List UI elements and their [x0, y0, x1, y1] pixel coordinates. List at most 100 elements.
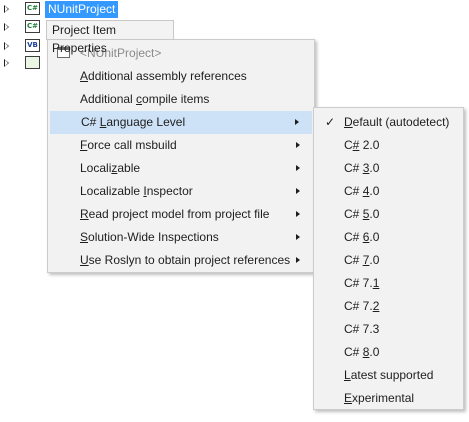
label-text: ompile items — [142, 92, 210, 106]
menu-item-label: Use Roslyn to obtain project references — [80, 249, 290, 272]
language-level-label: C# 5.0 — [344, 203, 379, 226]
label-text: C# 7.3 — [344, 322, 380, 336]
language-level-option[interactable]: Latest supported — [316, 364, 461, 387]
language-level-label: C# 7.2 — [344, 295, 379, 318]
expand-arrow-icon[interactable] — [4, 59, 9, 67]
menu-item[interactable]: Force call msbuild — [50, 134, 312, 157]
language-level-label: C# 7.0 — [344, 249, 379, 272]
label-text: 2.0 — [359, 138, 380, 152]
language-level-label: C# 6.0 — [344, 226, 379, 249]
label-text: dditional assembly references — [88, 69, 247, 83]
submenu-arrow-icon — [296, 211, 300, 217]
label-text: C# — [344, 345, 363, 359]
label-mnemonic: 1 — [372, 276, 380, 290]
menu-item-label: Read project model from project file — [80, 203, 269, 226]
label-text: C# — [344, 253, 363, 267]
label-text: efault (autodetect) — [352, 115, 450, 129]
language-level-option[interactable]: C# 4.0 — [316, 180, 461, 203]
language-level-option[interactable]: Experimental — [316, 387, 461, 410]
label-text: .0 — [369, 184, 380, 198]
label-text: ead project model from project file — [88, 207, 270, 221]
tree-row[interactable]: C# NUnitProject — [0, 1, 200, 18]
label-text: Localizable — [80, 184, 144, 198]
language-level-option[interactable]: C# 7.1 — [316, 272, 461, 295]
label-text: atest supported — [350, 368, 434, 382]
menu-header-label: Project Item Properties — [46, 20, 174, 55]
label-text: xperimental — [352, 391, 415, 405]
label-mnemonic: E — [344, 391, 353, 405]
label-text: Locali — [80, 161, 112, 175]
expand-arrow-icon[interactable] — [4, 42, 9, 50]
language-level-label: Latest supported — [344, 364, 433, 387]
menu-item-label: Localizable — [80, 157, 140, 180]
menu-item[interactable]: C# Language Level — [50, 111, 312, 134]
submenu-arrow-icon — [295, 119, 299, 125]
label-text: nspector — [146, 184, 193, 198]
label-text: .0 — [369, 345, 380, 359]
menu-item[interactable]: Localizable Inspector — [50, 180, 312, 203]
label-text: C# — [81, 115, 100, 129]
expand-arrow-icon[interactable] — [4, 23, 9, 31]
label-text: C — [344, 138, 353, 152]
menu-item[interactable]: Localizable — [50, 157, 312, 180]
language-level-option[interactable]: C# 2.0 — [316, 134, 461, 157]
language-level-option[interactable]: C# 8.0 — [316, 341, 461, 364]
label-text: se Roslyn to obtain project references — [88, 253, 291, 267]
csharp-project-icon: C# — [25, 2, 40, 15]
label-mnemonic: A — [80, 69, 89, 83]
language-level-option[interactable]: C# 5.0 — [316, 203, 461, 226]
label-mnemonic: L — [344, 368, 351, 382]
language-level-label: C# 3.0 — [344, 157, 379, 180]
language-level-label: C# 7.1 — [344, 272, 379, 295]
label-text: C# — [344, 161, 363, 175]
language-level-label: C# 2.0 — [344, 134, 379, 157]
label-text: olution-Wide Inspections — [88, 230, 219, 244]
language-level-label: Default (autodetect) — [344, 111, 449, 134]
language-level-option[interactable]: C# 7.0 — [316, 249, 461, 272]
submenu-arrow-icon — [296, 165, 300, 171]
language-level-option[interactable]: C# 3.0 — [316, 157, 461, 180]
menu-item[interactable]: Use Roslyn to obtain project references — [50, 249, 312, 272]
language-level-option[interactable]: C# 7.2 — [316, 295, 461, 318]
label-text: C# 7. — [344, 299, 373, 313]
label-mnemonic: D — [344, 115, 353, 129]
test-project-icon — [25, 56, 40, 69]
submenu-arrow-icon — [296, 234, 300, 240]
menu-item[interactable]: Read project model from project file — [50, 203, 312, 226]
menu-item-label: Solution-Wide Inspections — [80, 226, 219, 249]
label-text: .0 — [369, 161, 380, 175]
menu-item-label: Localizable Inspector — [80, 180, 193, 203]
language-level-option[interactable]: C# 6.0 — [316, 226, 461, 249]
menu-item-label: Force call msbuild — [80, 134, 177, 157]
label-mnemonic: R — [80, 207, 89, 221]
label-mnemonic: 2 — [372, 299, 380, 313]
label-text: .0 — [369, 253, 380, 267]
menu-item-label: Additional compile items — [80, 88, 209, 111]
label-mnemonic: U — [80, 253, 89, 267]
project-properties-menu: <NUnitProject> Additional assembly refer… — [47, 39, 315, 273]
language-level-label: C# 8.0 — [344, 341, 379, 364]
menu-item-label: Additional assembly references — [80, 65, 247, 88]
submenu-arrow-icon — [296, 188, 300, 194]
language-level-option[interactable]: C# 7.3 — [316, 318, 461, 341]
menu-item[interactable]: Solution-Wide Inspections — [50, 226, 312, 249]
label-text: C# — [344, 184, 363, 198]
label-text: orce call msbuild — [87, 138, 177, 152]
label-text: .0 — [369, 207, 380, 221]
menu-item[interactable]: Additional compile items — [50, 88, 312, 111]
expand-arrow-icon[interactable] — [4, 5, 9, 13]
submenu-arrow-icon — [296, 257, 300, 263]
language-level-label: C# 4.0 — [344, 180, 379, 203]
menu-item-label: C# Language Level — [81, 112, 185, 133]
csharp-project-icon: C# — [25, 20, 40, 33]
language-level-label: Experimental — [344, 387, 414, 410]
language-level-option[interactable]: ✓ Default (autodetect) — [316, 111, 461, 134]
label-text: .0 — [369, 230, 380, 244]
label-mnemonic: S — [80, 230, 89, 244]
project-name[interactable]: NUnitProject — [45, 1, 119, 18]
label-text: anguage Level — [106, 115, 186, 129]
menu-item[interactable]: Additional assembly references — [50, 65, 312, 88]
vb-project-icon: VB — [25, 39, 40, 52]
checkmark-icon: ✓ — [325, 115, 336, 129]
language-level-submenu: ✓ Default (autodetect) C# 2.0 C# 3.0 C# 4.0 C… — [313, 107, 464, 410]
